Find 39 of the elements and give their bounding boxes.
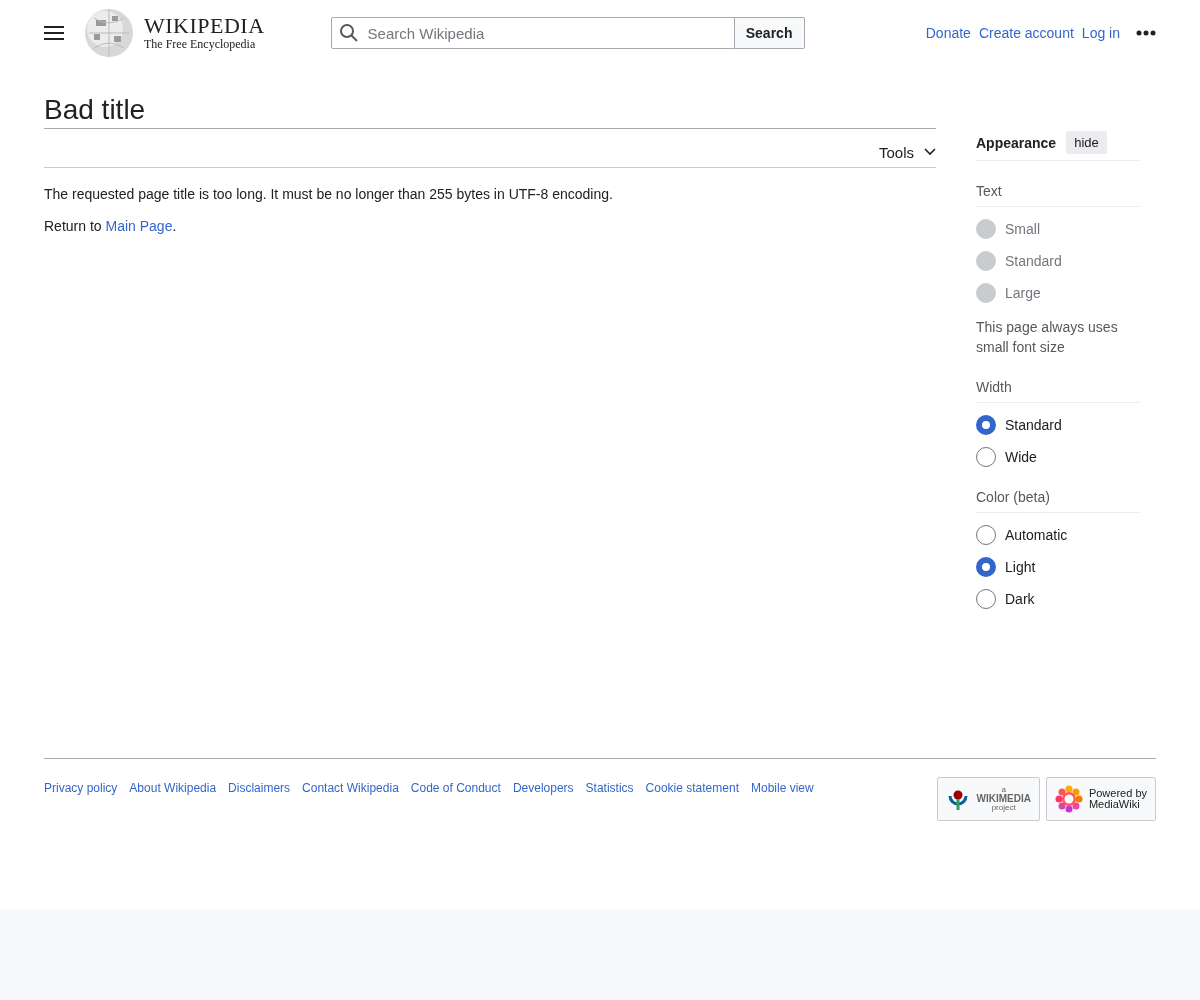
more-icon[interactable] — [1136, 30, 1156, 36]
tagline: The Free Encyclopedia — [144, 36, 257, 52]
footer-link[interactable]: Cookie statement — [645, 781, 739, 821]
header-link[interactable]: Log in — [1081, 25, 1120, 41]
footer-link[interactable]: Mobile view — [751, 781, 814, 821]
radio-option[interactable]: Dark — [976, 589, 1140, 609]
error-message: The requested page title is too long. It must be no longer than 255 bytes in UTF-8 encoding. — [44, 186, 614, 202]
footer-link[interactable]: Contact Wikipedia — [302, 781, 399, 821]
search-field[interactable]: Search Wikipedia — [330, 17, 735, 49]
wordmark[interactable]: WIKIPEDIA — [144, 14, 265, 37]
radio-option[interactable]: Light — [976, 557, 1140, 577]
footer-link[interactable]: Disclaimers — [228, 781, 291, 821]
menu-icon[interactable] — [44, 25, 64, 41]
footer-link[interactable]: Privacy policy — [44, 781, 118, 821]
radio-option[interactable]: Standard — [976, 415, 1140, 435]
search-button[interactable]: Search — [734, 17, 805, 49]
search-icon — [338, 23, 359, 43]
return-text: Return to Main Page. — [44, 218, 178, 234]
page-title: Bad title — [44, 94, 936, 129]
hide-button[interactable]: hide — [1066, 131, 1107, 154]
note-text: This page always uses small font size — [976, 318, 1119, 357]
section-heading: Text — [976, 183, 1140, 207]
footer-badge[interactable]: Powered by MediaWiki — [1045, 777, 1156, 821]
footer-link[interactable]: Developers — [512, 781, 574, 821]
footer-link[interactable]: Statistics — [585, 781, 634, 821]
radio-option[interactable]: Automatic — [976, 525, 1140, 545]
section-heading: Width — [976, 379, 1140, 403]
section-heading: Color (beta) — [976, 489, 1140, 513]
footer-badge[interactable]: a WIKIMEDIA project — [937, 777, 1040, 821]
chevron-icon — [924, 148, 936, 156]
footer-link[interactable]: About Wikipedia — [129, 781, 217, 821]
footer-link[interactable]: Code of Conduct — [410, 781, 501, 821]
flower-logo-icon — [1054, 785, 1083, 813]
radio-option[interactable]: Wide — [976, 447, 1140, 467]
appearance-heading: Appearance — [976, 134, 1057, 151]
header-link[interactable]: Create account — [978, 25, 1074, 41]
header-link[interactable]: Donate — [925, 25, 971, 41]
tools-dropdown[interactable]: Tools — [878, 135, 936, 161]
globe-logo-icon[interactable] — [84, 8, 134, 58]
